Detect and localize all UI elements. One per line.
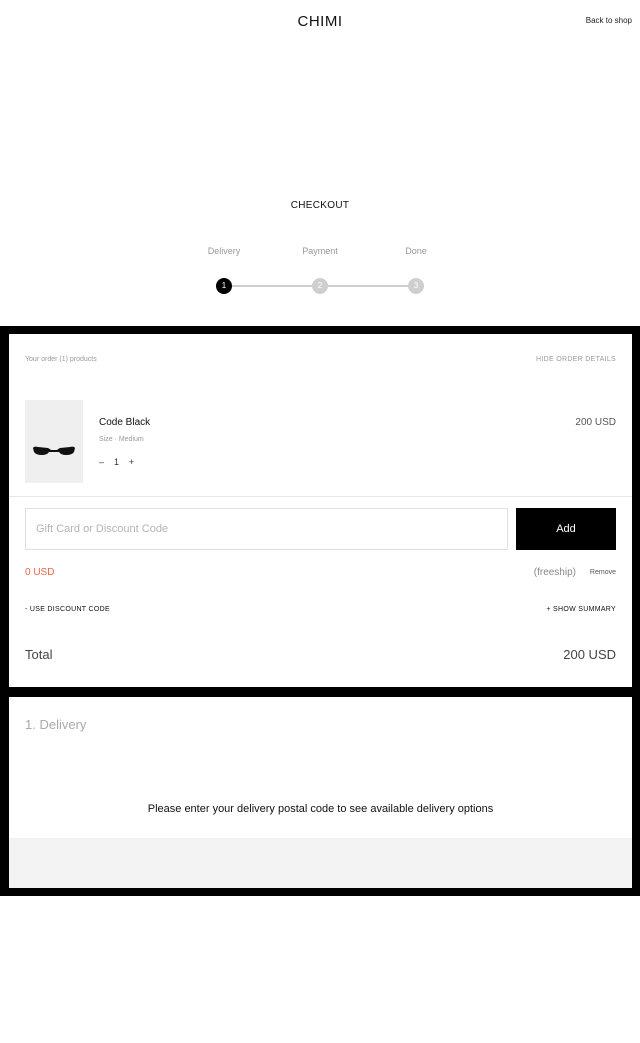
step-label-done: Done: [405, 246, 427, 256]
delivery-panel: 1. Delivery Please enter your delivery p…: [9, 697, 632, 888]
use-discount-code-toggle[interactable]: - USE DISCOUNT CODE: [25, 606, 110, 613]
show-summary-toggle[interactable]: + SHOW SUMMARY: [546, 606, 616, 613]
total-label: Total: [25, 647, 53, 662]
step-label-payment: Payment: [302, 246, 338, 256]
delivery-footer: [9, 838, 632, 888]
total-value: 200 USD: [563, 647, 616, 662]
remove-code-button[interactable]: Remove: [590, 569, 616, 576]
checkout-steps: Delivery Payment Done 1 2 3: [0, 246, 640, 298]
step-dot-done: 3: [408, 278, 424, 294]
discount-code-input[interactable]: [25, 508, 508, 550]
quantity-stepper: – 1 +: [99, 457, 134, 467]
back-to-shop-link[interactable]: Back to shop: [586, 16, 632, 25]
step-connector: [232, 285, 312, 287]
applied-code-label: (freeship): [533, 567, 576, 578]
order-summary-panel: Your order (1) products HIDE ORDER DETAI…: [9, 334, 632, 687]
brand-logo[interactable]: CHIMI: [0, 13, 640, 30]
step-connector: [328, 285, 408, 287]
step-dot-payment: 2: [312, 278, 328, 294]
delivery-message: Please enter your delivery postal code t…: [147, 803, 494, 815]
discount-amount: 0 USD: [25, 567, 55, 578]
sunglasses-icon: [33, 446, 75, 455]
product-size: Size · Medium: [99, 436, 144, 443]
qty-decrease-button[interactable]: –: [99, 457, 104, 467]
qty-value: 1: [114, 457, 120, 467]
divider: [9, 496, 632, 497]
delivery-title: 1. Delivery: [25, 717, 87, 732]
order-count: Your order (1) products: [25, 356, 97, 363]
add-code-button[interactable]: Add: [516, 508, 616, 550]
step-dot-delivery: 1: [216, 278, 232, 294]
qty-increase-button[interactable]: +: [129, 457, 134, 467]
step-label-delivery: Delivery: [207, 246, 241, 256]
page-title: CHECKOUT: [290, 200, 350, 211]
order-header: Your order (1) products HIDE ORDER DETAI…: [25, 356, 616, 363]
hide-order-details-button[interactable]: HIDE ORDER DETAILS: [536, 356, 616, 363]
product-price: 200 USD: [575, 417, 616, 428]
top-bar: CHIMI Back to shop: [0, 0, 640, 44]
product-name: Code Black: [99, 417, 151, 428]
product-image: [25, 400, 83, 483]
